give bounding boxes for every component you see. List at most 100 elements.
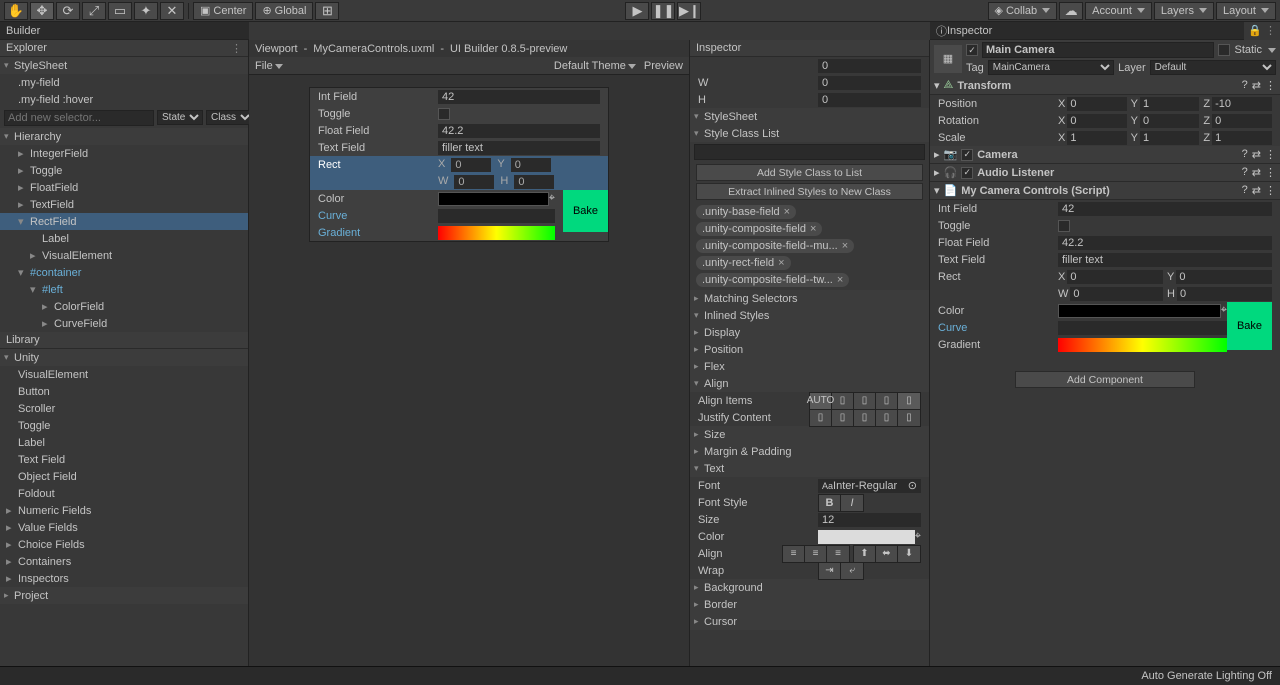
camera-enabled-checkbox[interactable]: ✓ <box>961 149 973 161</box>
add-style-class-button[interactable]: Add Style Class to List <box>696 164 923 181</box>
class-chip[interactable]: .unity-composite-field--tw...× <box>696 273 849 287</box>
hand-tool-icon[interactable]: ✋ <box>4 2 28 20</box>
script-float-field[interactable]: 42.2 <box>1058 236 1272 250</box>
explorer-menu-icon[interactable]: ⋮ <box>231 42 242 55</box>
script-curve-swatch[interactable] <box>1058 321 1227 335</box>
lib-group[interactable]: ▸Containers <box>0 553 248 570</box>
transform-component[interactable]: ▾⟁Transform?⇄⋮ <box>930 77 1280 95</box>
add-selector-input[interactable] <box>4 110 154 126</box>
collab-dropdown[interactable]: ◈ Collab <box>988 2 1058 20</box>
step-button[interactable]: ▶❙ <box>677 2 701 20</box>
class-chip[interactable]: .unity-base-field× <box>696 205 796 219</box>
bold-button[interactable]: B <box>819 495 841 511</box>
stylesheet-header[interactable]: ▾StyleSheet <box>690 108 929 125</box>
script-toggle[interactable] <box>1058 220 1070 232</box>
chip-remove-icon[interactable]: × <box>784 206 790 218</box>
unity-section[interactable]: ▾Unity <box>0 349 248 366</box>
italic-button[interactable]: I <box>841 495 863 511</box>
tag-dropdown[interactable]: MainCamera <box>988 60 1114 75</box>
account-dropdown[interactable]: Account <box>1085 2 1152 20</box>
class-input[interactable] <box>694 144 925 160</box>
justify-start-icon[interactable]: ▯ <box>810 410 832 426</box>
rot-z[interactable]: 0 <box>1212 114 1272 128</box>
h-field[interactable]: 0 <box>818 93 921 107</box>
pause-button[interactable]: ❚❚ <box>651 2 675 20</box>
align-center-icon[interactable]: ▯ <box>854 393 876 409</box>
text-section[interactable]: ▾Text <box>690 460 929 477</box>
object-picker-icon[interactable]: ⊙ <box>908 479 917 492</box>
position-section[interactable]: ▸Position <box>690 341 929 358</box>
script-component[interactable]: ▾📄My Camera Controls (Script)?⇄⋮ <box>930 182 1280 200</box>
lib-item[interactable]: Toggle <box>0 417 248 434</box>
state-dropdown[interactable]: State <box>157 110 203 125</box>
align-middle-icon[interactable]: ⬌ <box>876 546 898 562</box>
tree-item-selected[interactable]: ▾RectField <box>0 213 248 230</box>
custom-tool-icon[interactable]: ✕ <box>160 2 184 20</box>
wrap-icon[interactable]: ⤶ <box>841 563 863 579</box>
size-field[interactable]: 12 <box>818 513 921 527</box>
text-field-value[interactable]: filler text <box>438 141 600 155</box>
tree-item[interactable]: ▸CurveField <box>0 315 248 332</box>
tree-item[interactable]: ▸ColorField <box>0 298 248 315</box>
inlined-section[interactable]: ▾Inlined Styles <box>690 307 929 324</box>
rect-y[interactable]: 0 <box>511 158 551 172</box>
lib-group[interactable]: ▸Value Fields <box>0 519 248 536</box>
preview-button[interactable]: Preview <box>644 60 683 72</box>
active-checkbox[interactable]: ✓ <box>966 44 978 56</box>
rect-y[interactable]: 0 <box>1176 270 1272 284</box>
w-field[interactable]: 0 <box>818 76 921 90</box>
rot-y[interactable]: 0 <box>1140 114 1199 128</box>
text-color-swatch[interactable] <box>818 530 915 544</box>
rect-x[interactable]: 0 <box>1067 270 1163 284</box>
cursor-section[interactable]: ▸Cursor <box>690 613 929 630</box>
rect-h[interactable]: 0 <box>514 175 554 189</box>
rect-x[interactable]: 0 <box>451 158 491 172</box>
chip-remove-icon[interactable]: × <box>842 240 848 252</box>
project-section[interactable]: ▸Project <box>0 587 248 604</box>
border-section[interactable]: ▸Border <box>690 596 929 613</box>
scale-z[interactable]: 1 <box>1212 131 1272 145</box>
rot-x[interactable]: 0 <box>1067 114 1126 128</box>
gameobject-name-input[interactable] <box>982 42 1214 58</box>
lib-item[interactable]: Foldout <box>0 485 248 502</box>
script-color-swatch[interactable] <box>1058 304 1221 318</box>
toggle-checkbox[interactable] <box>438 108 450 120</box>
layer-dropdown[interactable]: Default <box>1150 60 1276 75</box>
stylesheet-section[interactable]: ▾StyleSheet <box>0 57 248 74</box>
rect-h[interactable]: 0 <box>1177 287 1272 301</box>
align-section[interactable]: ▾Align <box>690 375 929 392</box>
justify-around-icon[interactable]: ▯ <box>898 410 920 426</box>
align-stretch-icon[interactable]: ▯ <box>898 393 920 409</box>
scale-tool-icon[interactable]: ⤢ <box>82 2 106 20</box>
pivot-toggle[interactable]: ▣ Center <box>193 2 253 20</box>
cloud-icon[interactable]: ☁ <box>1059 2 1083 20</box>
tree-item[interactable]: ▸IntegerField <box>0 145 248 162</box>
canvas[interactable]: Int Field42 Toggle Float Field42.2 Text … <box>309 87 609 242</box>
justify-center-icon[interactable]: ▯ <box>832 410 854 426</box>
move-tool-icon[interactable]: ✥ <box>30 2 54 20</box>
tree-item[interactable]: Label <box>0 230 248 247</box>
script-int-field[interactable]: 42 <box>1058 202 1272 216</box>
justify-end-icon[interactable]: ▯ <box>854 410 876 426</box>
lib-group[interactable]: ▸Choice Fields <box>0 536 248 553</box>
tree-item[interactable]: ▾#container <box>0 264 248 281</box>
file-menu[interactable]: File <box>255 60 283 72</box>
bake-button[interactable]: Bake <box>563 190 608 232</box>
rect-tool-icon[interactable]: ▭ <box>108 2 132 20</box>
inspector-tab[interactable]: ⓘ Inspector <box>930 22 1244 40</box>
lib-item[interactable]: Button <box>0 383 248 400</box>
align-auto[interactable]: AUTO <box>810 393 832 409</box>
lib-item[interactable]: Label <box>0 434 248 451</box>
class-chip[interactable]: .unity-composite-field× <box>696 222 822 236</box>
align-bottom-icon[interactable]: ⬇ <box>898 546 920 562</box>
lib-item[interactable]: Text Field <box>0 451 248 468</box>
lib-item[interactable]: VisualElement <box>0 366 248 383</box>
coord-toggle[interactable]: ⊕ Global <box>255 2 313 20</box>
eyedropper-icon[interactable]: ⌖ <box>915 530 921 543</box>
audio-enabled-checkbox[interactable]: ✓ <box>961 167 973 179</box>
rect-w[interactable]: 0 <box>1070 287 1163 301</box>
scale-y[interactable]: 1 <box>1140 131 1199 145</box>
chip-remove-icon[interactable]: × <box>778 257 784 269</box>
matching-section[interactable]: ▸Matching Selectors <box>690 290 929 307</box>
tree-item[interactable]: ▸FloatField <box>0 179 248 196</box>
